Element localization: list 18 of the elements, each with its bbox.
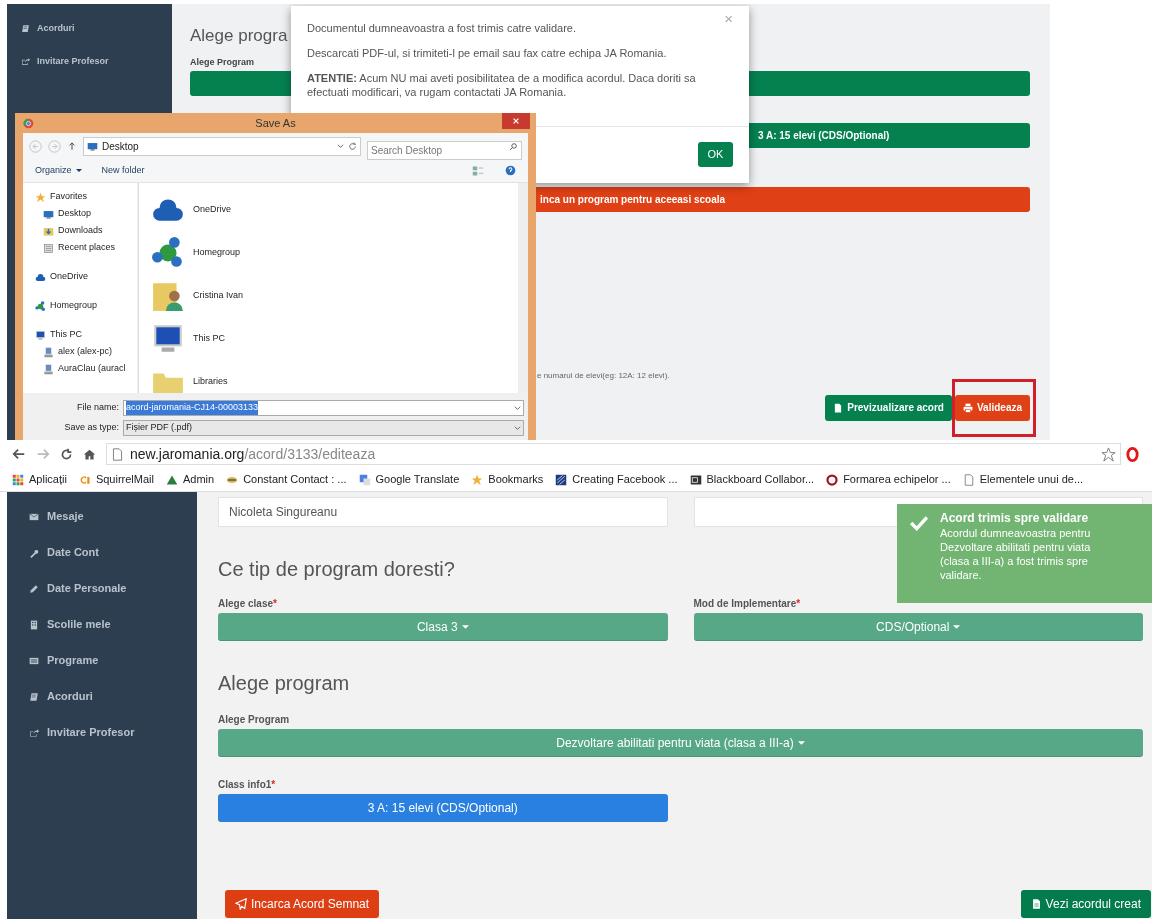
url-text: new.jaromania.org/acord/3133/editeaza <box>130 444 376 464</box>
dialog-title: Save As <box>255 115 296 131</box>
field-label: Mod de Implementare* <box>693 597 801 611</box>
dialog-message: Descarcati PDF-ul, si trimiteti-l pe email sau fax catre echipa JA Romania. <box>307 46 668 60</box>
section-heading: Alege program <box>218 671 350 695</box>
toast-message: Acordul dumneavoastra pentru Dezvoltare abilitati pentru viata (clasa a III-a) a fost trimis spre validare. <box>940 526 1092 582</box>
dialog-message: ATENTIE: Acum NU mai aveti posibilitatea de a modifica acordul. Daca doriti sa efectuati modificari, va rugam contactati JA Romania. <box>307 71 697 99</box>
field-label: Class info1* <box>218 778 276 792</box>
field-label: File name: <box>75 401 119 415</box>
field-label: Save as type: <box>63 421 119 435</box>
field-label: Alege Program <box>218 713 290 727</box>
field-label: Alege clase* <box>218 597 277 611</box>
section-heading: Ce tip de program doresti? <box>218 557 455 581</box>
field-label: Alege Program <box>190 56 255 69</box>
hint-text: e numarul de elevi(eg: 12A: 12 elevi). <box>537 369 670 382</box>
section-heading: Alege progra <box>190 25 288 47</box>
toast-title: Acord trimis spre validare <box>940 511 1090 526</box>
dialog-message: Documentul dumneavoastra a fost trimis catre validare. <box>307 21 577 35</box>
